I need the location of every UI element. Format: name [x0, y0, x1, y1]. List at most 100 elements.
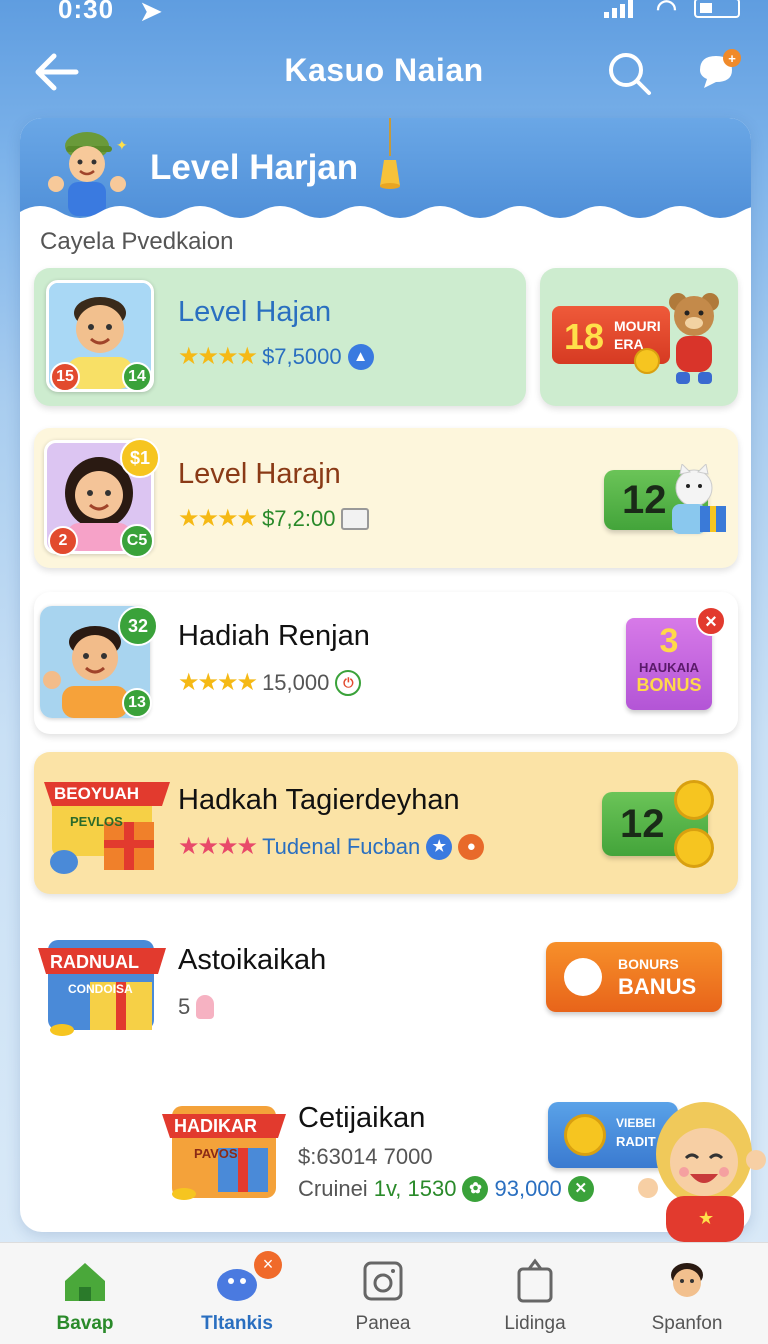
- bonus-badge: 3 HAUKAIA BONUS: [626, 618, 712, 710]
- nav-bar: Kasuo Naian +: [0, 40, 768, 104]
- rating-stars: ★★★★: [178, 505, 258, 532]
- tool-icon: ✕: [567, 1176, 594, 1202]
- score-badge: 13: [122, 688, 152, 718]
- list-item[interactable]: RADNUAL CONDOISA Astoikaikah 5 BONURS BA…: [34, 912, 738, 1052]
- item-name: Cetijaikan: [298, 1102, 426, 1134]
- ticket-icon: [341, 507, 370, 530]
- battery-icon: [694, 0, 740, 18]
- tab-label: Spanfon: [651, 1313, 723, 1334]
- item-line2-label: Cruinei: [298, 1176, 368, 1201]
- search-icon[interactable]: [606, 50, 652, 96]
- rating-stars: ★★★★: [178, 669, 258, 696]
- tab-label: Tltankis: [201, 1313, 273, 1334]
- gift-banner-icon: HADIKAR PAVOS: [162, 1086, 286, 1208]
- power-icon: ⏻: [335, 669, 362, 696]
- boost-icon: ▲: [347, 343, 374, 370]
- status-bar: 0:30 ➤ ◠: [0, 0, 768, 26]
- svg-text:✦: ✦: [116, 137, 128, 153]
- item-amount: 5: [178, 994, 191, 1019]
- item-name: Level Hajan: [178, 296, 332, 328]
- score-badge: 32: [118, 606, 158, 646]
- bonus-text2: BONUS: [636, 675, 702, 695]
- level-badge: 2: [48, 526, 78, 556]
- location-icon: ➤: [140, 0, 162, 26]
- item-meta: ★★★★ $7,2:00: [178, 504, 370, 533]
- list-item[interactable]: 15 14 Level Hajan ★★★★ $7,5000 ▲: [34, 268, 526, 406]
- bonus-text1: HAUKAIA: [639, 660, 699, 675]
- coin-icon: [634, 348, 660, 374]
- card-header: ✦ Level Harjan: [20, 118, 751, 224]
- item-name: Level Harajn: [178, 458, 341, 490]
- score-badge: C5: [120, 524, 154, 558]
- gift-banner-icon: RADNUAL CONDOISA: [38, 920, 166, 1044]
- banner-title: RADNUAL: [50, 952, 139, 972]
- close-icon[interactable]: ×: [254, 1251, 282, 1279]
- reward-text1: MOURI: [614, 318, 661, 334]
- banner-title: BEOYUAH: [54, 784, 140, 803]
- rating-stars: ★★★★: [178, 833, 258, 860]
- header-wave: [20, 206, 751, 224]
- cat-gift-icon: [672, 464, 726, 534]
- item-name: Hadkah Tagierdeyhan: [178, 784, 460, 816]
- tab-home[interactable]: Bavap: [8, 1243, 162, 1344]
- page-title: Kasuo Naian: [284, 52, 484, 88]
- tab-lidinga[interactable]: Lidinga: [458, 1243, 612, 1344]
- reward-number: 18: [564, 316, 605, 357]
- item-amount: 15,000: [262, 669, 330, 695]
- gem-icon: [196, 995, 215, 1019]
- banner-sub: PEVLOS: [70, 814, 123, 829]
- bonus-text1: BONURS: [618, 956, 679, 972]
- gift-banner-icon: BEOYUAH PEVLOS: [44, 766, 170, 884]
- tab-bar: Bavap × Tltankis Panea Lidinga Spanfon: [0, 1242, 768, 1344]
- tab-label: Bavap: [56, 1313, 114, 1334]
- status-time: 0:30: [58, 0, 115, 24]
- list-item[interactable]: BEOYUAH PEVLOS Hadkah Tagierdeyhan ★★★★ …: [34, 752, 738, 894]
- tab-label: Panea: [355, 1313, 411, 1334]
- chat-notification-icon[interactable]: +: [694, 46, 744, 96]
- level-badge: 15: [50, 362, 80, 392]
- tab-profile[interactable]: Spanfon: [610, 1243, 764, 1344]
- bag-icon: [517, 1258, 553, 1303]
- reward-number: 12: [622, 477, 667, 522]
- coin-badge: $1: [120, 438, 160, 478]
- item-amount: Tudenal Fucban: [262, 833, 421, 859]
- section-subtitle: Cayela Pvedkaion: [40, 228, 234, 255]
- svg-text:★: ★: [698, 1208, 714, 1228]
- profile-avatar-icon: [671, 1263, 703, 1297]
- wifi-icon: ◠: [656, 0, 677, 22]
- signal-icon: [604, 0, 633, 18]
- coin-icon: [674, 828, 714, 868]
- list-item[interactable]: 32 13 Hadiah Renjan ★★★★ 15,000 ⏻ 3 HAUK…: [34, 592, 738, 734]
- fire-icon: ●: [458, 833, 485, 860]
- home-icon: [65, 1263, 105, 1301]
- reward-number: 12: [620, 801, 665, 846]
- girl-mascot-icon: ★: [638, 1102, 766, 1242]
- item-name: Astoikaikah: [178, 944, 327, 976]
- header-title: Level Harjan: [150, 148, 359, 187]
- item-meta: 5: [178, 994, 215, 1020]
- close-icon[interactable]: ×: [696, 606, 726, 636]
- rating-stars: ★★★★: [178, 343, 258, 370]
- item-amount: $7,2:00: [262, 505, 336, 531]
- score-badge: 14: [122, 362, 152, 392]
- bonus-text2: BANUS: [618, 974, 697, 999]
- item-line1: $:63014 7000: [298, 1144, 433, 1169]
- bear-icon: [669, 293, 719, 384]
- svg-text:+: +: [728, 51, 736, 66]
- item-meta: ★★★★ Tudenal Fucban ★ ●: [178, 832, 485, 861]
- coin-icon: [674, 780, 714, 820]
- tab-thanks[interactable]: × Tltankis: [160, 1243, 314, 1344]
- item-meta: ★★★★ $7,5000 ▲: [178, 342, 374, 371]
- coin-icon: [564, 1114, 606, 1156]
- banner-title: HADIKAR: [174, 1116, 257, 1136]
- tab-panea[interactable]: Panea: [306, 1243, 460, 1344]
- list-item[interactable]: HADIKAR PAVOS Cetijaikan $:63014 7000 Cr…: [34, 1080, 738, 1230]
- item-meta: ★★★★ 15,000 ⏻: [178, 668, 362, 697]
- bonus-button[interactable]: BONURS BANUS: [546, 942, 722, 1012]
- cat-icon: [564, 958, 602, 996]
- tab-label: Lidinga: [504, 1313, 566, 1334]
- list-item[interactable]: $1 2 C5 Level Harajn ★★★★ $7,2:00 12: [34, 428, 738, 568]
- camera-icon: [363, 1261, 403, 1301]
- reward-card[interactable]: 18 MOURI ERA: [540, 268, 738, 406]
- banner-sub: PAVOS: [194, 1146, 238, 1161]
